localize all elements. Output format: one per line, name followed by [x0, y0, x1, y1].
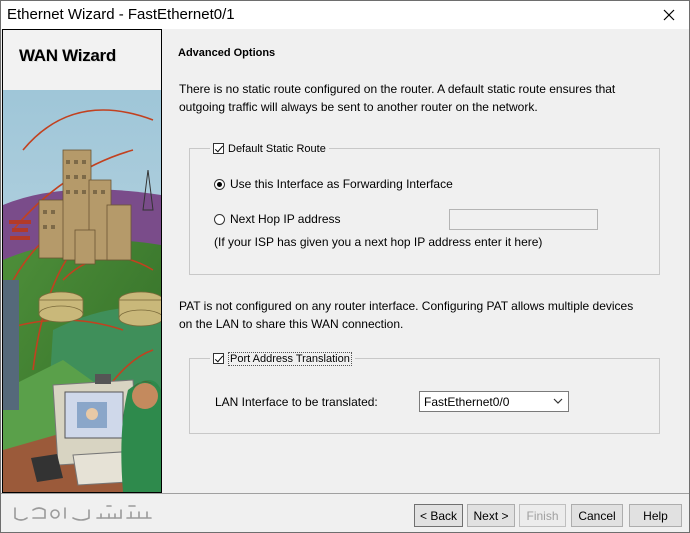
pat-legend: Port Address Translation	[210, 351, 355, 366]
next-button[interactable]: Next >	[467, 504, 515, 527]
next-hop-label: Next Hop IP address	[230, 212, 341, 226]
lan-interface-select[interactable]: FastEthernet0/0	[419, 391, 569, 412]
cancel-button[interactable]: Cancel	[571, 504, 623, 527]
next-hop-ip-input[interactable]	[449, 209, 598, 230]
pat-label: Port Address Translation	[228, 351, 352, 366]
finish-button[interactable]: Finish	[519, 504, 566, 527]
back-button[interactable]: < Back	[414, 504, 463, 527]
network-city-illustration	[3, 30, 161, 492]
close-button[interactable]	[649, 1, 689, 29]
wizard-illustration: WAN Wizard	[2, 29, 162, 493]
default-static-route-label: Default Static Route	[228, 142, 326, 155]
wizard-body: WAN Wizard Advanced Options There is no …	[1, 29, 689, 493]
help-button[interactable]: Help	[629, 504, 682, 527]
default-static-route-checkbox[interactable]	[213, 143, 224, 154]
pat-info-text: PAT is not configured on any router inte…	[179, 299, 634, 331]
next-hop-radio[interactable]	[214, 213, 225, 225]
use-interface-radio-row[interactable]: Use this Interface as Forwarding Interfa…	[214, 177, 453, 191]
static-route-info-text: There is no static route configured on t…	[179, 82, 616, 114]
default-static-route-group: Default Static Route Use this Interface …	[189, 141, 660, 275]
wizard-content: Advanced Options There is no static rout…	[162, 29, 689, 493]
watermark-logo	[14, 505, 152, 521]
next-hop-hint: (If your ISP has given you a next hop IP…	[214, 235, 543, 249]
close-icon	[663, 9, 675, 21]
chevron-down-icon	[553, 398, 563, 404]
title-bar: Ethernet Wizard - FastEthernet0/1	[1, 1, 689, 29]
lan-interface-value: FastEthernet0/0	[424, 394, 510, 409]
next-hop-radio-row[interactable]: Next Hop IP address	[214, 212, 341, 226]
pat-checkbox[interactable]	[213, 353, 224, 364]
default-static-route-legend: Default Static Route	[210, 141, 329, 156]
wizard-panel-label: WAN Wizard	[19, 46, 116, 65]
button-bar: < Back Next > Finish Cancel Help	[1, 493, 689, 532]
section-title: Advanced Options	[178, 47, 276, 59]
use-interface-radio[interactable]	[214, 178, 225, 190]
window-title: Ethernet Wizard - FastEthernet0/1	[7, 6, 235, 23]
pat-group: Port Address Translation LAN Interface t…	[189, 351, 660, 434]
wizard-window: Ethernet Wizard - FastEthernet0/1 WAN Wi…	[0, 0, 690, 533]
lan-interface-label: LAN Interface to be translated:	[215, 395, 378, 409]
use-interface-label: Use this Interface as Forwarding Interfa…	[230, 177, 453, 191]
